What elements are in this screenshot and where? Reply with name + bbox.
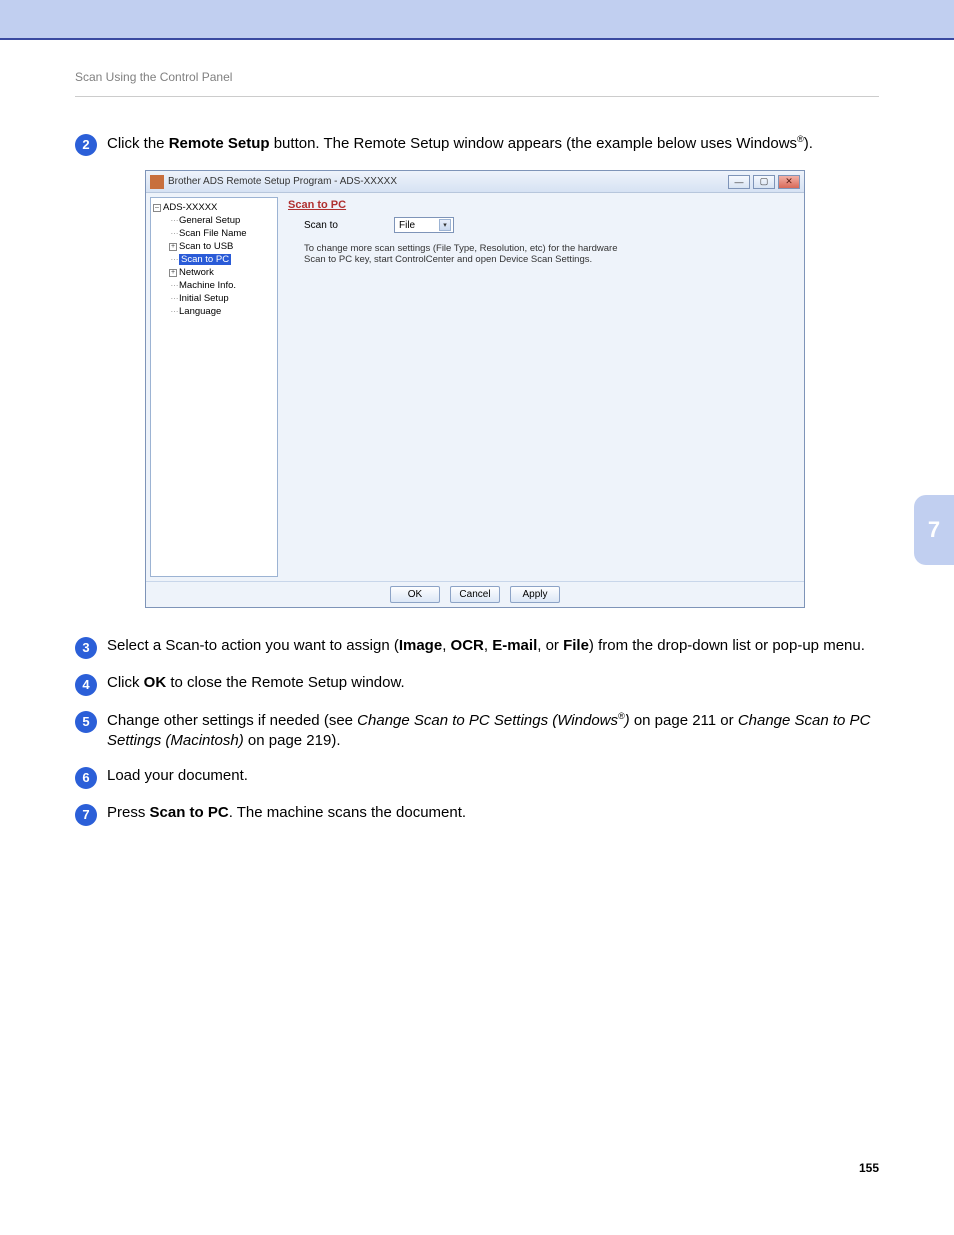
t: Press (107, 804, 150, 821)
cancel-button[interactable]: Cancel (450, 586, 500, 603)
t: OCR (451, 637, 484, 654)
tree-label-selected: Scan to PC (179, 254, 231, 265)
step-6: 6 Load your document. (75, 766, 879, 789)
tree-connector-icon: ⋯ (169, 216, 179, 225)
t: . The machine scans the document. (229, 804, 466, 821)
step-number-6: 6 (75, 767, 97, 789)
step-2-text: Click the Remote Setup button. The Remot… (107, 133, 879, 154)
dropdown-value: File (399, 220, 415, 231)
tree-connector-icon: ⋯ (169, 229, 179, 238)
tree-label: Scan to USB (179, 241, 233, 252)
chapter-tab: 7 (914, 495, 954, 565)
window-titlebar: Brother ADS Remote Setup Program - ADS-X… (146, 171, 804, 193)
step-4: 4 Click OK to close the Remote Setup win… (75, 673, 879, 696)
t: , (484, 637, 492, 654)
tree-connector-icon: ⋯ (169, 281, 179, 290)
ok-button[interactable]: OK (390, 586, 440, 603)
t: on page 219). (244, 732, 341, 749)
tree-item-network[interactable]: +Network (153, 266, 275, 279)
t: Scan to PC (150, 804, 229, 821)
expand-icon[interactable]: + (169, 243, 177, 251)
tree-label: Machine Info. (179, 280, 236, 291)
tree-label: Scan File Name (179, 228, 247, 239)
step-2-post2: ). (804, 135, 813, 152)
step-2-bold: Remote Setup (169, 135, 270, 152)
registered-mark: ® (618, 711, 625, 721)
t: ) from the drop-down list or pop-up menu… (589, 637, 865, 654)
step-2: 2 Click the Remote Setup button. The Rem… (75, 133, 879, 156)
scan-to-dropdown[interactable]: File ▾ (394, 217, 454, 233)
tree-connector-icon: ⋯ (169, 294, 179, 303)
step-5: 5 Change other settings if needed (see C… (75, 710, 879, 752)
tree-panel[interactable]: – ADS-XXXXX ⋯General Setup ⋯Scan File Na… (150, 197, 278, 577)
page-number: 155 (859, 1161, 879, 1175)
t: , or (537, 637, 563, 654)
tree-item-initial-setup[interactable]: ⋯Initial Setup (153, 292, 275, 305)
step-number-7: 7 (75, 804, 97, 826)
main-panel: Scan to PC Scan to File ▾ To change more… (278, 193, 804, 581)
step-3-text: Select a Scan-to action you want to assi… (107, 636, 879, 656)
t: Change other settings if needed (see (107, 712, 357, 729)
tree-item-scan-file-name[interactable]: ⋯Scan File Name (153, 227, 275, 240)
tree-item-language[interactable]: ⋯Language (153, 305, 275, 318)
page-top-band (0, 0, 954, 40)
tree-label: General Setup (179, 215, 240, 226)
registered-mark: ® (797, 134, 804, 144)
step-2-post1: button. The Remote Setup window appears … (270, 135, 798, 152)
step-number-2: 2 (75, 134, 97, 156)
step-2-pre: Click the (107, 135, 169, 152)
step-3: 3 Select a Scan-to action you want to as… (75, 636, 879, 659)
t: Image (399, 637, 442, 654)
tree-label: Network (179, 267, 214, 278)
apply-button[interactable]: Apply (510, 586, 560, 603)
scan-to-label: Scan to (304, 220, 394, 231)
t: Select a Scan-to action you want to assi… (107, 637, 399, 654)
close-button[interactable]: ✕ (778, 175, 800, 189)
tree-connector-icon: ⋯ (169, 307, 179, 316)
step-7-text: Press Scan to PC. The machine scans the … (107, 803, 879, 823)
t: to close the Remote Setup window. (166, 674, 404, 691)
t: , (442, 637, 450, 654)
t: E-mail (492, 637, 537, 654)
expand-icon[interactable]: + (169, 269, 177, 277)
tree-root-label: ADS-XXXXX (163, 202, 217, 213)
tree-item-scan-to-pc[interactable]: ⋯Scan to PC (153, 253, 275, 266)
t: on page 211 or (630, 712, 738, 729)
collapse-icon[interactable]: – (153, 204, 161, 212)
hint-text: To change more scan settings (File Type,… (288, 243, 794, 266)
app-icon (150, 175, 164, 189)
chevron-down-icon: ▾ (439, 219, 451, 231)
tree-label: Initial Setup (179, 293, 229, 304)
step-5-text: Change other settings if needed (see Cha… (107, 710, 879, 752)
step-7: 7 Press Scan to PC. The machine scans th… (75, 803, 879, 826)
minimize-button[interactable]: — (728, 175, 750, 189)
hint-line-1: To change more scan settings (File Type,… (304, 243, 794, 254)
tree-label: Language (179, 306, 221, 317)
tree-item-general-setup[interactable]: ⋯General Setup (153, 214, 275, 227)
remote-setup-window: Brother ADS Remote Setup Program - ADS-X… (145, 170, 805, 608)
panel-heading: Scan to PC (288, 199, 794, 211)
tree-item-scan-to-usb[interactable]: +Scan to USB (153, 240, 275, 253)
step-number-5: 5 (75, 711, 97, 733)
tree-root-node[interactable]: – ADS-XXXXX (153, 201, 275, 214)
button-bar: OK Cancel Apply (146, 581, 804, 607)
tree-item-machine-info[interactable]: ⋯Machine Info. (153, 279, 275, 292)
t: File (563, 637, 589, 654)
section-header: Scan Using the Control Panel (75, 40, 879, 97)
step-number-3: 3 (75, 637, 97, 659)
hint-line-2: Scan to PC key, start ControlCenter and … (304, 254, 794, 265)
t: Click (107, 674, 144, 691)
t: Change Scan to PC Settings (Windows (357, 712, 618, 729)
step-4-text: Click OK to close the Remote Setup windo… (107, 673, 879, 693)
maximize-button[interactable]: ▢ (753, 175, 775, 189)
window-title: Brother ADS Remote Setup Program - ADS-X… (168, 176, 728, 187)
step-6-text: Load your document. (107, 766, 879, 786)
step-number-4: 4 (75, 674, 97, 696)
tree-connector-icon: ⋯ (169, 255, 179, 264)
t: OK (144, 674, 167, 691)
